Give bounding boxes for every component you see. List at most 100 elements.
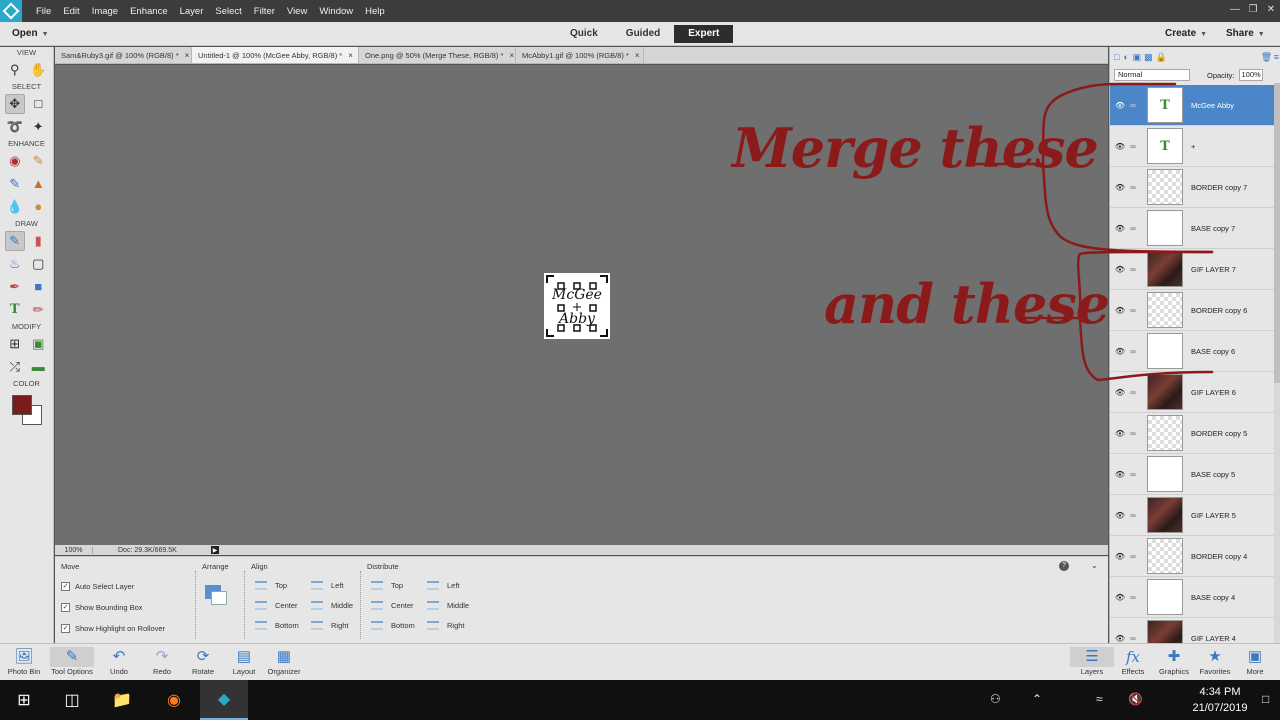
align-left-button[interactable]: Left — [311, 581, 344, 590]
crop-tool-icon[interactable]: ⊞ — [5, 334, 25, 354]
eraser-tool-icon[interactable]: ▮ — [28, 231, 48, 251]
layer-row[interactable]: 👁 ∞ BASE copy 6 — [1110, 331, 1275, 372]
eye-icon[interactable]: 👁 — [1113, 224, 1127, 233]
notifications-icon[interactable]: □ — [1262, 692, 1269, 706]
foreground-color-swatch[interactable] — [12, 395, 32, 415]
auto-select-layer-checkbox[interactable]: ✓ Auto Select Layer — [61, 582, 134, 591]
layer-row[interactable]: 👁 ∞ GIF LAYER 4 — [1110, 618, 1275, 643]
align-middle-button[interactable]: Middle — [311, 601, 353, 610]
sponge-tool-icon[interactable]: ● — [28, 197, 48, 217]
eye-icon[interactable]: 👁 — [1113, 142, 1127, 151]
distribute-center-button[interactable]: Center — [371, 601, 414, 610]
close-icon[interactable]: × — [185, 51, 190, 60]
distribute-left-button[interactable]: Left — [427, 581, 460, 590]
graphics-button[interactable]: ✚ Graphics — [1152, 647, 1196, 676]
layer-row[interactable]: 👁 ∞ BORDER copy 4 — [1110, 536, 1275, 577]
link-icon[interactable]: ∞ — [1127, 224, 1139, 233]
redo-button[interactable]: ↷ Redo — [140, 647, 184, 676]
link-icon[interactable]: ∞ — [1127, 142, 1139, 151]
opacity-input[interactable]: 100% — [1238, 69, 1263, 81]
recompose-tool-icon[interactable]: ▣ — [28, 334, 48, 354]
layer-name[interactable]: BORDER copy 5 — [1191, 429, 1247, 438]
close-icon[interactable]: × — [635, 51, 640, 60]
layer-name[interactable]: GIF LAYER 5 — [1191, 511, 1236, 520]
menu-file[interactable]: File — [30, 6, 57, 17]
eye-icon[interactable]: 👁 — [1113, 511, 1127, 520]
new-adjustment-layer-icon[interactable]: ◐ — [1123, 52, 1129, 62]
wifi-icon[interactable]: ≈ — [1096, 692, 1103, 706]
layer-row[interactable]: 👁 ∞ T + — [1110, 126, 1275, 167]
smart-brush-tool-icon[interactable]: ✎ — [5, 174, 25, 194]
close-icon[interactable]: × — [509, 51, 514, 60]
eye-icon[interactable]: 👁 — [1113, 429, 1127, 438]
volume-muted-icon[interactable]: 🔇 — [1128, 692, 1143, 706]
marquee-tool-icon[interactable]: □ — [28, 94, 48, 114]
clock[interactable]: 4:34 PM 21/07/2019 — [1180, 684, 1260, 716]
align-top-button[interactable]: Top — [255, 581, 287, 590]
content-aware-move-tool-icon[interactable]: ⤮ — [5, 357, 25, 377]
link-icon[interactable]: ∞ — [1127, 265, 1139, 274]
link-icon[interactable]: ∞ — [1127, 593, 1139, 602]
layout-button[interactable]: ▤ Layout — [222, 647, 266, 676]
favorites-button[interactable]: ★ Favorites — [1193, 647, 1237, 676]
blur-tool-icon[interactable]: 💧 — [5, 197, 25, 217]
link-icon[interactable]: ∞ — [1127, 183, 1139, 192]
layer-row[interactable]: 👁 ∞ BASE copy 7 — [1110, 208, 1275, 249]
close-icon[interactable]: × — [348, 51, 353, 60]
chevron-up-icon[interactable]: ⌃ — [1032, 692, 1042, 706]
clone-stamp-tool-icon[interactable]: ▲ — [28, 174, 48, 194]
layer-row[interactable]: 👁 ∞ GIF LAYER 6 — [1110, 372, 1275, 413]
menu-help[interactable]: Help — [359, 6, 391, 17]
link-icon[interactable]: ∞ — [1127, 429, 1139, 438]
menu-select[interactable]: Select — [209, 6, 247, 17]
scrollbar-thumb[interactable] — [1274, 83, 1280, 383]
type-tool-icon[interactable]: T — [5, 300, 25, 320]
layer-name[interactable]: BORDER copy 6 — [1191, 306, 1247, 315]
lock-transparency-icon[interactable]: ▩ — [1144, 52, 1153, 62]
distribute-right-button[interactable]: Right — [427, 621, 465, 630]
help-icon[interactable]: ? — [1059, 561, 1069, 571]
layer-name[interactable]: GIF LAYER 4 — [1191, 634, 1236, 643]
link-icon[interactable]: ∞ — [1127, 552, 1139, 561]
photoshop-elements-icon[interactable]: ◆ — [200, 680, 248, 720]
eye-icon[interactable]: 👁 — [1113, 470, 1127, 479]
brush-tool-icon[interactable]: ✎ — [4, 230, 25, 251]
layer-name[interactable]: McGee Abby — [1191, 101, 1234, 110]
restore-icon[interactable]: ❐ — [1244, 0, 1262, 18]
close-icon[interactable]: ✕ — [1262, 0, 1280, 18]
show-highlight-checkbox[interactable]: ✓ Show Highlight on Rollover — [61, 624, 165, 633]
layer-name[interactable]: BORDER copy 4 — [1191, 552, 1247, 561]
menu-window[interactable]: Window — [313, 6, 359, 17]
blend-mode-select[interactable]: Normal — [1114, 69, 1190, 81]
align-center-button[interactable]: Center — [255, 601, 298, 610]
link-icon[interactable]: ∞ — [1127, 347, 1139, 356]
tab-expert[interactable]: Expert — [674, 25, 734, 43]
layer-row[interactable]: 👁 ∞ T McGee Abby — [1110, 85, 1275, 126]
chevron-right-icon[interactable]: ▶ — [211, 546, 219, 554]
link-icon[interactable]: ∞ — [1127, 101, 1139, 110]
bounding-box[interactable]: McGee Abby — [544, 273, 610, 339]
new-layer-icon[interactable]: □ — [1114, 52, 1120, 62]
share-button[interactable]: Share ▼ — [1226, 28, 1265, 39]
eye-icon[interactable]: 👁 — [1113, 634, 1127, 643]
menu-view[interactable]: View — [281, 6, 313, 17]
zoom-tool-icon[interactable]: ⚲ — [5, 60, 25, 80]
eye-icon[interactable]: 👁 — [1113, 306, 1127, 315]
layer-name[interactable]: GIF LAYER 7 — [1191, 265, 1236, 274]
menu-image[interactable]: Image — [86, 6, 124, 17]
menu-edit[interactable]: Edit — [57, 6, 85, 17]
firefox-icon[interactable]: ◉ — [150, 680, 198, 720]
create-button[interactable]: Create ▼ — [1165, 28, 1207, 39]
paint-bucket-tool-icon[interactable]: ♨ — [5, 254, 25, 274]
document-image[interactable]: McGee Abby — [544, 273, 610, 339]
layer-row[interactable]: 👁 ∞ BORDER copy 6 — [1110, 290, 1275, 331]
layers-scrollbar[interactable] — [1274, 83, 1280, 643]
shape-tool-icon[interactable]: ■ — [28, 277, 48, 297]
doc-tab[interactable]: Untitled-1 @ 100% (McGee Abby, RGB/8) * × — [192, 47, 359, 63]
organizer-button[interactable]: ▦ Organizer — [262, 647, 306, 676]
layer-row[interactable]: 👁 ∞ BASE copy 4 — [1110, 577, 1275, 618]
layer-mask-icon[interactable]: ▣ — [1133, 52, 1142, 62]
align-right-button[interactable]: Right — [311, 621, 349, 630]
more-button[interactable]: ▣ More — [1233, 647, 1277, 676]
photo-bin-button[interactable]: 🖼 Photo Bin — [2, 647, 46, 676]
